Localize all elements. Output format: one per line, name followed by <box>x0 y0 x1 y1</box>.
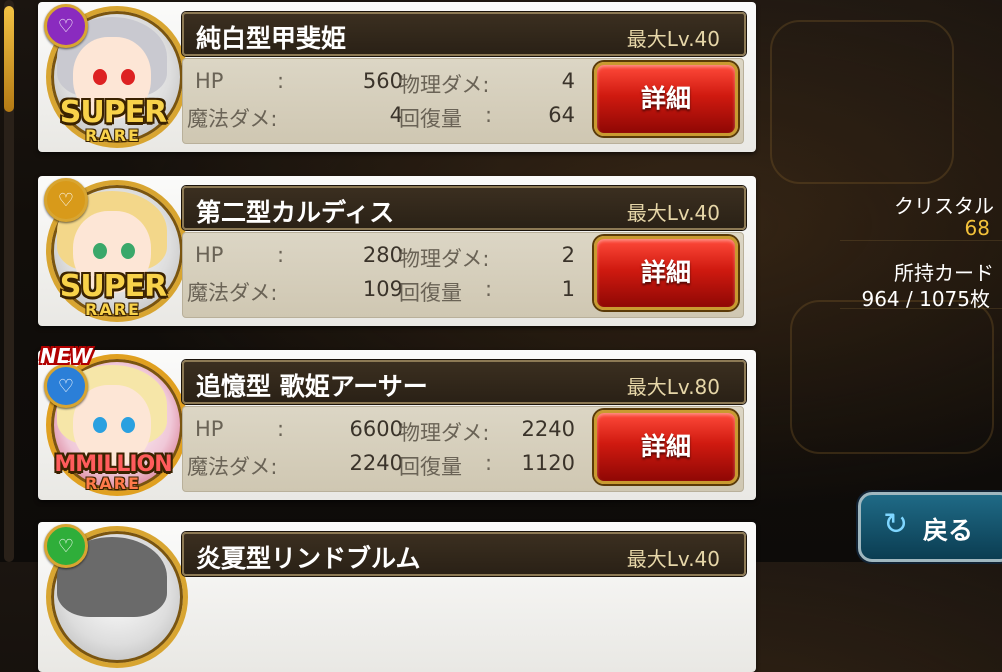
crystal-label: クリスタル <box>894 194 994 218</box>
return-arrow-icon: ↻ <box>883 507 909 542</box>
card-name: 第二型カルディス <box>196 198 395 227</box>
heal-value: 1120 <box>521 451 575 475</box>
max-level: 最大Lv.80 <box>626 375 720 399</box>
card-name-bar: 追憶型 歌姫アーサー 最大Lv.80 <box>182 360 746 404</box>
max-level: 最大Lv.40 <box>626 547 720 571</box>
card-name-bar: 第二型カルディス 最大Lv.40 <box>182 186 746 230</box>
card-name: 追憶型 歌姫アーサー <box>196 372 428 401</box>
heart-icon: ♡ <box>44 4 88 48</box>
heal-value: 64 <box>548 103 575 127</box>
rarity-emblem: SUPER RARE <box>59 95 168 145</box>
character-eye <box>93 243 107 259</box>
card-list-item[interactable]: ♡ SUPER RARE 第二型カルディス 最大Lv.40 HP : 280 物… <box>38 176 756 326</box>
scrollbar-thumb[interactable] <box>4 6 14 112</box>
heal-value: 1 <box>561 277 575 301</box>
physical-damage-label: 物理ダメ: <box>399 421 490 445</box>
stat-colon: : <box>277 69 285 93</box>
hp-value: 280 <box>362 243 403 267</box>
background-divider <box>840 240 1002 241</box>
character-eye <box>121 417 135 433</box>
background-arch <box>790 300 994 454</box>
back-button[interactable]: ↻ 戻る <box>858 492 1002 562</box>
rarity-emblem: SUPER RARE <box>59 269 168 319</box>
card-name-bar: 炎夏型リンドブルム 最大Lv.40 <box>182 532 746 576</box>
hp-value: 560 <box>362 69 403 93</box>
heart-icon: ♡ <box>44 364 88 408</box>
character-eye <box>121 243 135 259</box>
owned-cards-value: 964 / 1075枚 <box>861 287 990 311</box>
heal-label: 回復量 <box>399 455 462 479</box>
hp-label: HP <box>195 243 224 267</box>
heart-icon: ♡ <box>44 524 88 568</box>
magic-damage-label: 魔法ダメ: <box>187 281 278 305</box>
stat-colon: : <box>485 277 493 301</box>
detail-button[interactable]: 詳細 <box>594 410 738 484</box>
physical-damage-label: 物理ダメ: <box>399 73 490 97</box>
max-level: 最大Lv.40 <box>626 201 720 225</box>
stat-colon: : <box>277 417 285 441</box>
character-eye <box>121 69 135 85</box>
physical-damage-label: 物理ダメ: <box>399 247 490 271</box>
stat-colon: : <box>277 243 285 267</box>
physical-damage-value: 4 <box>561 69 575 93</box>
background-arch <box>770 20 954 184</box>
hp-value: 6600 <box>349 417 403 441</box>
physical-damage-value: 2 <box>561 243 575 267</box>
max-level: 最大Lv.40 <box>626 27 720 51</box>
heal-label: 回復量 <box>399 281 462 305</box>
character-eye <box>93 69 107 85</box>
hp-label: HP <box>195 417 224 441</box>
rarity-emblem: MMILLION RARE <box>54 452 172 493</box>
magic-damage-value: 109 <box>362 277 403 301</box>
magic-damage-label: 魔法ダメ: <box>187 107 278 131</box>
card-list-item[interactable]: ♡ NEW MMILLION RARE 追憶型 歌姫アーサー 最大Lv.80 H… <box>38 344 756 500</box>
card-list-item[interactable]: ♡ 炎夏型リンドブルム 最大Lv.40 <box>38 522 756 672</box>
magic-damage-label: 魔法ダメ: <box>187 455 278 479</box>
heal-label: 回復量 <box>399 107 462 131</box>
character-eye <box>93 417 107 433</box>
hp-label: HP <box>195 69 224 93</box>
card-list-item[interactable]: ♡ SUPER RARE 純白型甲斐姫 最大Lv.40 HP : 560 物理ダ… <box>38 2 756 152</box>
crystal-value: 68 <box>964 216 990 240</box>
card-name: 純白型甲斐姫 <box>196 24 347 53</box>
stat-colon: : <box>485 451 493 475</box>
magic-damage-value: 2240 <box>349 451 403 475</box>
detail-button[interactable]: 詳細 <box>594 62 738 136</box>
new-badge: NEW <box>40 344 93 368</box>
back-button-label: 戻る <box>923 516 974 545</box>
detail-button[interactable]: 詳細 <box>594 236 738 310</box>
card-name-bar: 純白型甲斐姫 最大Lv.40 <box>182 12 746 56</box>
physical-damage-value: 2240 <box>521 417 575 441</box>
heart-icon: ♡ <box>44 178 88 222</box>
owned-cards-label: 所持カード <box>894 261 994 285</box>
card-name: 炎夏型リンドブルム <box>196 544 421 573</box>
stat-colon: : <box>485 103 493 127</box>
